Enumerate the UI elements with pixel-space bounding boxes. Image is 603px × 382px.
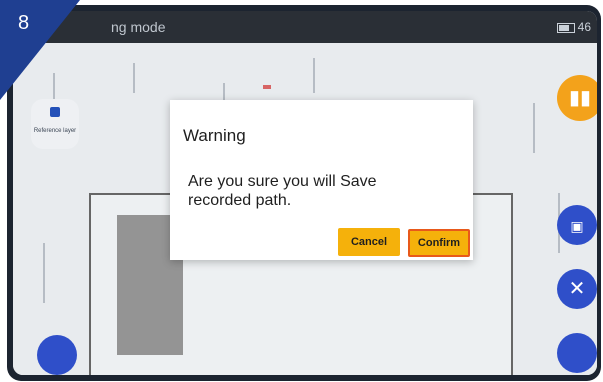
layer-icon (50, 107, 60, 117)
battery-icon (556, 22, 575, 33)
battery-text: 46 (577, 20, 591, 34)
step-number: 8 (18, 12, 30, 34)
confirm-button[interactable]: Confirm (408, 229, 470, 257)
left-action-button[interactable] (37, 335, 77, 375)
cancel-button[interactable]: Cancel (338, 228, 400, 256)
app-screen: ng mode 46 Reference layer ▮▮ ▣ ✕ Warnin… (13, 11, 597, 375)
status-bar: ng mode 46 (13, 11, 597, 43)
book-button[interactable]: ▮▮ (557, 75, 597, 121)
dialog-title: Warning (183, 126, 246, 145)
reference-layer-label: Reference layer (33, 128, 77, 134)
reference-layer-button[interactable]: Reference layer (31, 99, 79, 149)
mode-title: ng mode (111, 19, 166, 35)
close-icon: ✕ (568, 278, 586, 300)
book-icon: ▮▮ (568, 87, 591, 109)
save-button[interactable]: ▣ (557, 205, 597, 245)
bottom-action-button[interactable] (557, 333, 597, 373)
battery-indicator: 46 (556, 20, 591, 34)
dialog-message: Are you sure you will Save recorded path… (188, 173, 377, 209)
close-button[interactable]: ✕ (557, 269, 597, 309)
tablet-frame: ng mode 46 Reference layer ▮▮ ▣ ✕ Warnin… (7, 5, 601, 381)
warning-dialog: Warning Are you sure you will Save recor… (170, 100, 473, 260)
save-icon: ▣ (570, 218, 584, 234)
